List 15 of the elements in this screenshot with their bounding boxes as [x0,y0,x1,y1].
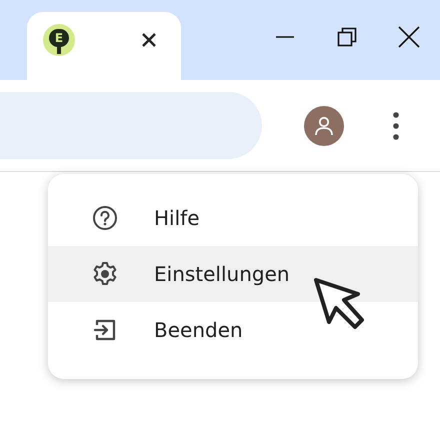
help-icon [92,205,118,231]
settings-icon [92,261,118,287]
menu-icon [392,112,400,140]
close-icon [141,32,157,48]
menu-item[interactable]: Hilfe [48,190,418,246]
minimize-icon [275,36,295,38]
restore-icon [337,27,357,47]
logo-letter: E [54,32,64,44]
person-icon [313,114,335,136]
exit-icon [92,317,118,343]
menu-item[interactable]: Einstellungen [48,246,418,302]
menu-item[interactable]: Beenden [48,302,418,358]
close-icon [398,26,420,48]
browser-tab[interactable]: E [27,12,181,80]
profile-button[interactable] [304,106,344,146]
